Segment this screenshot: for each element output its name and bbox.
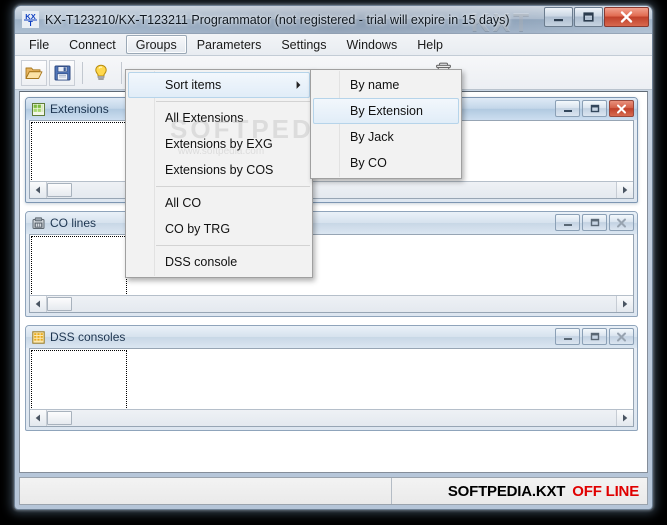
minimize-button[interactable]	[544, 7, 573, 27]
toolbar-separator-2	[121, 61, 122, 84]
status-left-panel	[20, 478, 392, 504]
child-window-dss-consoles[interactable]: DSS consoles	[25, 325, 638, 431]
dss-consoles-hscrollbar[interactable]	[30, 409, 633, 426]
scroll-right-arrow-icon[interactable]	[616, 410, 633, 426]
co-lines-hscrollbar[interactable]	[30, 295, 633, 312]
child-minimize-button[interactable]	[555, 214, 580, 231]
menu-help[interactable]: Help	[407, 35, 453, 54]
menu-file[interactable]: File	[19, 35, 59, 54]
child-maximize-button[interactable]	[582, 100, 607, 117]
groups-dropdown-menu: SOFTPEDIA www.softpedia.com Sort items A…	[125, 69, 343, 278]
status-file-name: SOFTPEDIA.KXT	[447, 482, 566, 500]
scroll-thumb[interactable]	[47, 411, 72, 425]
window-title: KX-T123210/KX-T123211 Programmator (not …	[45, 12, 510, 27]
menu-bar: File Connect Groups Parameters Settings …	[15, 34, 652, 56]
scroll-left-arrow-icon[interactable]	[30, 182, 47, 198]
menu-settings[interactable]: Settings	[271, 35, 336, 54]
window-controls	[543, 7, 649, 27]
menu-item-by-extension[interactable]: By Extension	[313, 98, 459, 124]
scroll-thumb[interactable]	[47, 297, 72, 311]
child-titlebar-co-lines[interactable]: CO lines	[26, 212, 637, 234]
child-window-controls	[553, 214, 634, 231]
co-lines-focus-box[interactable]	[31, 236, 127, 295]
main-application-window: KXT KX T KX-T123210/KX-T123211 Programma…	[14, 5, 653, 510]
toolbar-separator-1	[82, 61, 83, 84]
menu-connect[interactable]: Connect	[59, 35, 126, 54]
open-folder-icon[interactable]	[21, 59, 47, 86]
scroll-right-arrow-icon[interactable]	[616, 182, 633, 198]
menu-item-label: Sort items	[165, 78, 222, 92]
scroll-right-arrow-icon[interactable]	[616, 296, 633, 312]
extensions-hscrollbar[interactable]	[30, 181, 633, 198]
child-minimize-button[interactable]	[555, 100, 580, 117]
child-maximize-button[interactable]	[582, 328, 607, 345]
child-body-co-lines	[29, 234, 634, 313]
status-right-panel: SOFTPEDIA.KXT OFF LINE	[392, 478, 647, 504]
status-bar: SOFTPEDIA.KXT OFF LINE	[19, 477, 648, 505]
menu-item-all-co[interactable]: All CO	[128, 190, 310, 216]
scroll-thumb[interactable]	[47, 183, 72, 197]
menu-parameters[interactable]: Parameters	[187, 35, 272, 54]
save-disk-icon[interactable]	[49, 59, 75, 86]
menu-item-extensions-by-cos[interactable]: Extensions by COS	[128, 157, 310, 183]
menu-item-by-jack[interactable]: By Jack	[313, 124, 459, 150]
menu-item-by-co[interactable]: By CO	[313, 150, 459, 176]
child-window-co-lines[interactable]: CO lines	[25, 211, 638, 317]
menu-separator	[156, 245, 310, 246]
sort-items-submenu: By name By Extension By Jack By CO	[310, 69, 462, 179]
extensions-focus-box[interactable]	[31, 122, 127, 181]
title-bar[interactable]: KXT KX T KX-T123210/KX-T123211 Programma…	[15, 6, 652, 37]
status-connection-state: OFF LINE	[572, 482, 639, 500]
co-jack-icon	[31, 216, 45, 230]
menu-item-sort-items[interactable]: Sort items	[128, 72, 310, 98]
menu-separator	[156, 186, 310, 187]
child-title-label: DSS consoles	[50, 330, 126, 344]
child-close-button[interactable]	[609, 328, 634, 345]
menu-item-all-extensions[interactable]: All Extensions	[128, 105, 310, 131]
child-close-button[interactable]	[609, 100, 634, 117]
child-title-label: CO lines	[50, 216, 97, 230]
maximize-button[interactable]	[574, 7, 603, 27]
scroll-track[interactable]	[47, 410, 616, 426]
menu-windows[interactable]: Windows	[337, 35, 408, 54]
scroll-track[interactable]	[47, 296, 616, 312]
child-close-button[interactable]	[609, 214, 634, 231]
extensions-grid-icon	[31, 102, 45, 116]
menu-item-by-name[interactable]: By name	[313, 72, 459, 98]
menu-item-co-by-trg[interactable]: CO by TRG	[128, 216, 310, 242]
dss-consoles-list-pane[interactable]	[30, 349, 633, 409]
lightbulb-icon[interactable]	[88, 60, 114, 86]
child-window-controls	[553, 328, 634, 345]
scroll-left-arrow-icon[interactable]	[30, 296, 47, 312]
child-maximize-button[interactable]	[582, 214, 607, 231]
child-body-dss-consoles	[29, 348, 634, 427]
child-titlebar-dss-consoles[interactable]: DSS consoles	[26, 326, 637, 348]
child-window-controls	[553, 100, 634, 117]
kx-t-logo-icon: KX T	[21, 11, 39, 29]
child-minimize-button[interactable]	[555, 328, 580, 345]
co-lines-list-pane[interactable]	[30, 235, 633, 295]
menu-groups[interactable]: Groups	[125, 35, 187, 54]
close-button[interactable]	[604, 7, 649, 27]
menu-item-dss-console[interactable]: DSS console	[128, 249, 310, 275]
menu-separator	[156, 101, 310, 102]
dss-keypad-icon	[31, 330, 45, 344]
dss-consoles-focus-box[interactable]	[31, 350, 127, 409]
menu-item-extensions-by-exg[interactable]: Extensions by EXG	[128, 131, 310, 157]
chevron-right-icon	[296, 81, 301, 90]
child-title-label: Extensions	[50, 102, 109, 116]
scroll-left-arrow-icon[interactable]	[30, 410, 47, 426]
